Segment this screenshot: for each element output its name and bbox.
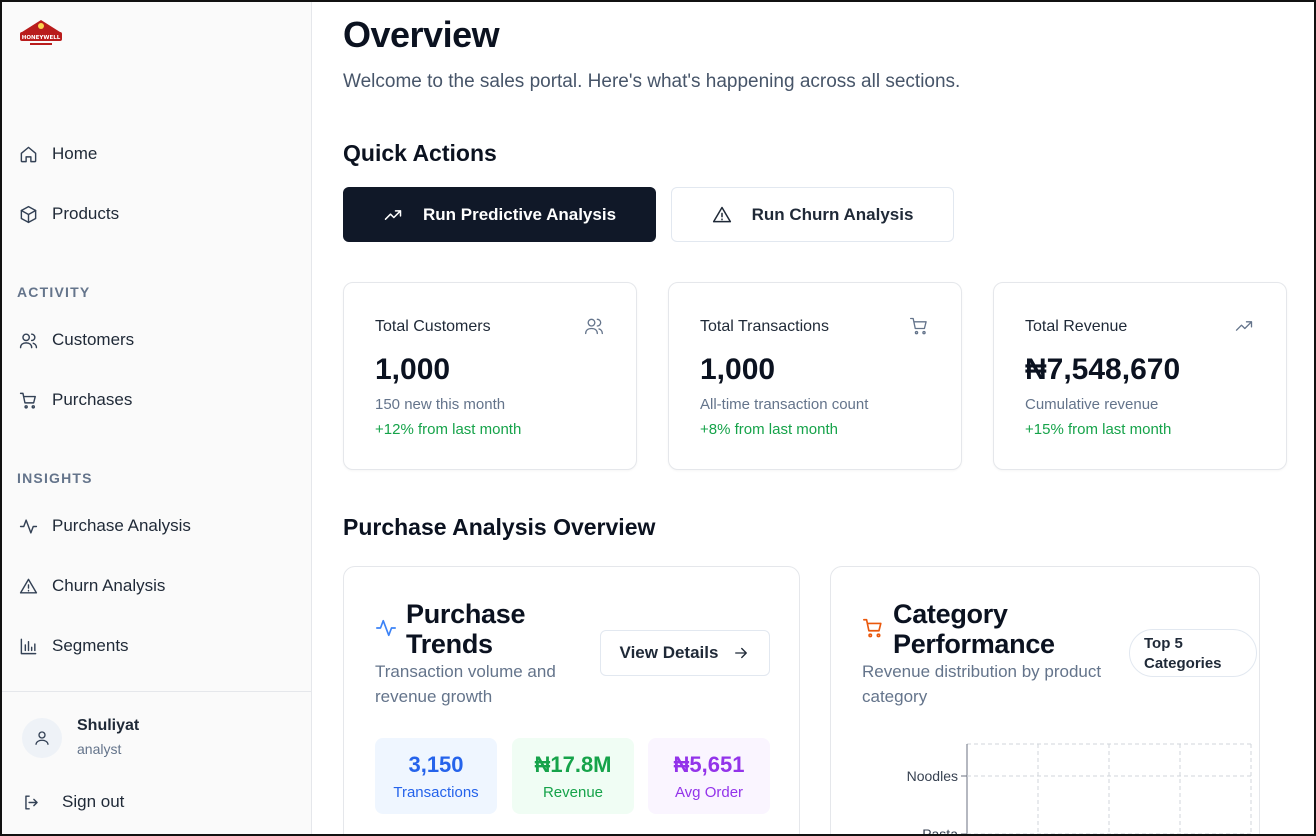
- stat-change: +8% from last month: [700, 421, 838, 438]
- title-line: Performance: [893, 629, 1055, 659]
- title-line: Trends: [406, 629, 493, 659]
- metric-transactions: 3,150 Transactions: [375, 738, 497, 814]
- sidebar-section-insights: INSIGHTS: [17, 470, 93, 486]
- badge-line: Categories: [1144, 655, 1222, 672]
- alert-triangle-icon: [712, 206, 731, 222]
- purchase-trends-card: Purchase Trends Transaction volume and r…: [343, 566, 800, 834]
- run-churn-analysis-button[interactable]: Run Churn Analysis: [671, 187, 954, 242]
- stat-change: +12% from last month: [375, 421, 522, 438]
- users-icon: [17, 329, 39, 351]
- alert-triangle-icon: [17, 575, 39, 597]
- trending-up-icon: [384, 209, 402, 220]
- avatar[interactable]: [22, 718, 62, 758]
- sidebar-item-label: Churn Analysis: [52, 576, 166, 595]
- metric-value: ₦17.8M: [534, 751, 612, 777]
- cart-icon: [17, 389, 39, 411]
- sign-out-button[interactable]: Sign out: [22, 788, 124, 816]
- metric-label: Revenue: [542, 783, 604, 801]
- sidebar-item-purchase-analysis[interactable]: Purchase Analysis: [2, 504, 311, 548]
- page-subtitle: Welcome to the sales portal. Here's what…: [343, 71, 961, 92]
- sidebar-item-label: Products: [52, 204, 120, 223]
- sidebar-item-products[interactable]: Products: [2, 192, 311, 236]
- users-icon: [584, 316, 606, 338]
- button-label: Run Churn Analysis: [751, 204, 914, 224]
- stat-description: 150 new this month: [375, 396, 506, 413]
- category-performance-title: Category Performance: [893, 599, 1055, 659]
- purchase-analysis-overview-title: Purchase Analysis Overview: [343, 514, 656, 540]
- stat-value: 1,000: [375, 353, 451, 386]
- stat-label: Total Customers: [375, 318, 491, 335]
- stat-value: ₦7,548,670: [1025, 353, 1181, 386]
- page-title: Overview: [343, 14, 500, 55]
- sidebar-section-activity: ACTIVITY: [17, 284, 91, 300]
- stat-card-total-transactions: Total Transactions 1,000 All-time transa…: [668, 282, 962, 470]
- box-icon: [17, 203, 39, 225]
- arrow-right-icon: [735, 647, 748, 659]
- user-role: analyst: [77, 741, 122, 757]
- category-performance-subtitle: Revenue distribution by product category: [862, 659, 1101, 709]
- badge-line: Top 5: [1144, 635, 1183, 652]
- metric-avg-order: ₦5,651 Avg Order: [648, 738, 770, 814]
- activity-icon: [375, 617, 397, 639]
- top-categories-badge[interactable]: Top 5 Categories: [1129, 629, 1257, 677]
- y-tick-label: Noodles: [907, 768, 958, 784]
- view-details-button[interactable]: View Details: [600, 630, 770, 676]
- stat-description: Cumulative revenue: [1025, 396, 1159, 413]
- stat-value: 1,000: [700, 353, 776, 386]
- category-performance-card: Category Performance Revenue distributio…: [830, 566, 1260, 836]
- sidebar-item-label: Purchase Analysis: [52, 516, 191, 535]
- activity-icon: [17, 515, 39, 537]
- stat-description: All-time transaction count: [700, 396, 869, 413]
- bar-chart-icon: [17, 635, 39, 657]
- subtitle-line: category: [862, 687, 928, 706]
- subtitle-line: revenue growth: [375, 687, 493, 706]
- sidebar-item-label: Customers: [52, 330, 135, 349]
- sidebar-item-label: Purchases: [52, 390, 133, 409]
- metric-revenue: ₦17.8M Revenue: [512, 738, 634, 814]
- user-icon: [35, 731, 49, 745]
- metric-value: 3,150: [408, 751, 464, 777]
- purchase-trends-subtitle: Transaction volume and revenue growth: [375, 659, 556, 709]
- sidebar-item-segments[interactable]: Segments: [2, 624, 311, 668]
- sign-out-label: Sign out: [62, 792, 125, 811]
- stat-card-total-customers: Total Customers 1,000 150 new this month…: [343, 282, 637, 470]
- logo-text: HONEYWELL: [22, 35, 61, 41]
- sidebar-item-home[interactable]: Home: [2, 132, 311, 176]
- log-out-icon: [25, 794, 38, 810]
- sidebar-item-churn-analysis[interactable]: Churn Analysis: [2, 564, 311, 608]
- cart-icon: [862, 617, 884, 639]
- stat-label: Total Revenue: [1025, 318, 1128, 335]
- stat-label: Total Transactions: [700, 318, 829, 335]
- title-line: Category: [893, 599, 1008, 629]
- subtitle-line: Revenue distribution by product: [862, 662, 1102, 681]
- button-label: View Details: [619, 643, 719, 662]
- button-label: Run Predictive Analysis: [422, 204, 617, 224]
- run-predictive-analysis-button[interactable]: Run Predictive Analysis: [343, 187, 656, 242]
- metric-label: Avg Order: [674, 783, 744, 801]
- title-line: Purchase: [406, 599, 526, 629]
- subtitle-line: Transaction volume and: [375, 662, 556, 681]
- app-window: HONEYWELL Home Products ACTIVITY Custome…: [0, 0, 1316, 836]
- stat-card-total-revenue: Total Revenue ₦7,548,670 Cumulative reve…: [993, 282, 1287, 470]
- user-profile: Shuliyat analyst Sign out: [2, 691, 311, 834]
- y-tick-label: Pasta: [922, 826, 958, 836]
- metric-label: Transactions: [393, 783, 479, 801]
- sidebar-item-customers[interactable]: Customers: [2, 318, 311, 362]
- sidebar-item-label: Segments: [52, 636, 129, 655]
- sidebar: HONEYWELL Home Products ACTIVITY Custome…: [2, 2, 312, 834]
- category-bar-chart: Noodles Pasta: [907, 743, 1252, 836]
- stat-change: +15% from last month: [1025, 421, 1172, 438]
- user-name: Shuliyat: [77, 717, 140, 734]
- brand-logo[interactable]: HONEYWELL: [16, 18, 66, 52]
- main-content: Overview Welcome to the sales portal. He…: [313, 2, 1314, 836]
- cart-icon: [909, 316, 931, 338]
- quick-actions-title: Quick Actions: [343, 140, 497, 166]
- purchase-trends-title: Purchase Trends: [406, 599, 525, 659]
- sidebar-item-label: Home: [52, 144, 98, 163]
- sidebar-item-purchases[interactable]: Purchases: [2, 378, 311, 422]
- home-icon: [17, 143, 39, 165]
- trending-up-icon: [1234, 316, 1256, 338]
- metric-value: ₦5,651: [673, 751, 745, 777]
